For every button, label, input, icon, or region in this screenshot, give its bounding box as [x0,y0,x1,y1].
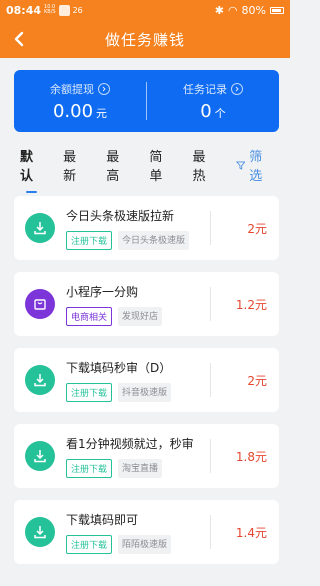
balance-unit: 元 [96,106,108,120]
task-card[interactable]: 看1分钟视频就过，秒审 注册下载 淘宝直播 1.8元 [14,424,279,488]
wifi-icon: ◠ [227,3,238,17]
tab-newest[interactable]: 最新 [63,146,86,184]
task-title: 看1分钟视频就过，秒审 [66,436,194,451]
sort-tabs: 默认 最新 最高 简单 最热 筛选 [0,145,290,193]
task-card[interactable]: 下载填码秒审（D） 注册下载 抖音极速版 2元 [14,348,279,412]
records-value-row: 0个 [200,101,225,122]
task-reward: 2元 [247,373,267,388]
net-speed-unit: KB/S [44,9,56,15]
app-header: 做任务赚钱 [0,20,290,58]
back-button[interactable] [4,24,34,54]
task-body: 小程序一分购 电商相关 发现好店 [66,283,210,326]
task-body: 下载填码即可 注册下载 陌陌极速版 [66,511,210,554]
balance-value-row: 0.00 元 [53,101,107,122]
task-app-tag: 发现好店 [118,306,163,326]
download-icon [25,365,55,395]
records-label: 任务记录 [183,82,227,96]
balance-withdraw[interactable]: 余额提现 0.00 元 [14,70,146,132]
task-body: 下载填码秒审（D） 注册下载 抖音极速版 [66,359,210,402]
task-title: 今日头条极速版拉新 [66,208,175,223]
task-app-tag: 淘宝直播 [118,458,163,478]
task-type-tag: 注册下载 [66,230,113,250]
summary-card: 余额提现 0.00 元 任务记录 0个 [14,70,279,132]
task-reward: 1.2元 [235,297,267,312]
task-card[interactable]: 小程序一分购 电商相关 发现好店 1.2元 [14,272,279,336]
battery-icon [270,6,284,14]
task-title: 小程序一分购 [66,284,139,299]
bluetooth-icon: ✱ [214,3,224,17]
task-card[interactable]: 今日头条极速版拉新 注册下载 今日头条极速版 2元 [14,196,279,260]
task-app-tag: 抖音极速版 [118,382,172,402]
net-speed: 10.0 KB/S [44,5,56,15]
download-icon [25,213,55,243]
filter-label: 筛选 [249,150,263,184]
balance-label-row: 余额提现 [50,81,110,97]
task-body: 看1分钟视频就过，秒审 注册下载 淘宝直播 [66,435,210,478]
filter-icon [235,161,246,170]
download-icon [25,441,55,471]
notification-count: 26 [72,5,83,15]
task-reward: 1.4元 [235,525,267,540]
task-divider [210,439,211,473]
status-time: 08:44 [6,3,42,17]
task-card[interactable]: 下载填码即可 注册下载 陌陌极速版 1.4元 [14,500,279,564]
task-tags: 注册下载 抖音极速版 [66,382,210,402]
task-app-tag: 陌陌极速版 [118,534,172,554]
task-title: 下载填码即可 [66,512,139,527]
chevron-right-icon [231,82,243,95]
back-arrow-icon [14,31,24,47]
task-body: 今日头条极速版拉新 注册下载 今日头条极速版 [66,207,210,250]
task-list: 今日头条极速版拉新 注册下载 今日头条极速版 2元 小程序一分购 电商相关 发现… [14,196,279,576]
status-bar: 08:44 10.0 KB/S 26 ✱ ◠ 80% [0,0,290,20]
task-app-tag: 今日头条极速版 [118,230,190,250]
records-label-row: 任务记录 [183,81,243,97]
task-type-tag: 电商相关 [66,306,113,326]
task-divider [210,287,211,321]
download-icon [25,517,55,547]
task-type-tag: 注册下载 [66,458,113,478]
task-tags: 注册下载 淘宝直播 [66,458,210,478]
task-divider [210,515,211,549]
task-reward: 2元 [247,221,267,236]
tab-simple[interactable]: 简单 [149,146,172,184]
shopping-bag-icon [25,289,55,319]
task-divider [210,211,211,245]
balance-label: 余额提现 [50,82,94,96]
task-tags: 电商相关 发现好店 [66,306,210,326]
status-right: ✱ ◠ 80% [215,4,284,17]
tab-default[interactable]: 默认 [20,146,43,193]
task-tags: 注册下载 今日头条极速版 [66,230,210,250]
task-records[interactable]: 任务记录 0个 [147,70,279,132]
task-tags: 注册下载 陌陌极速版 [66,534,210,554]
task-type-tag: 注册下载 [66,382,113,402]
task-type-tag: 注册下载 [66,534,113,554]
records-unit: 个 [214,106,226,120]
tab-highest[interactable]: 最高 [106,146,129,184]
filter-button[interactable]: 筛选 [235,146,272,184]
battery-percent: 80% [241,3,266,17]
notification-icon [58,4,70,16]
records-value: 0 [200,100,212,122]
task-title: 下载填码秒审（D） [66,360,172,375]
tab-hottest[interactable]: 最热 [192,146,215,184]
balance-value: 0.00 [52,100,94,122]
page-title: 做任务赚钱 [104,30,185,49]
task-divider [210,363,211,397]
task-reward: 1.8元 [235,449,267,464]
chevron-right-icon [98,82,110,95]
